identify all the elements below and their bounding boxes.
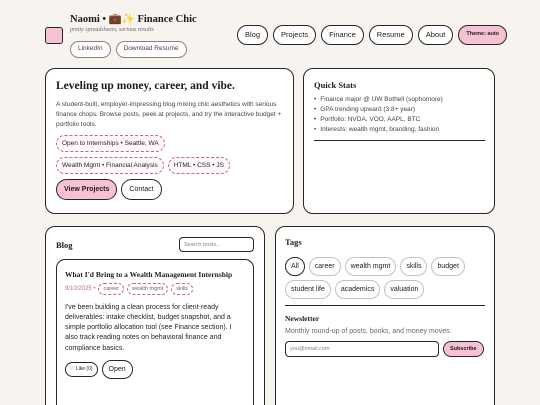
- hero-description: A student-built, employer-impressing blo…: [56, 101, 282, 128]
- quick-stats-card: Quick Stats Finance major @ UW Bothell (…: [303, 68, 495, 214]
- tags-card: Tags All career wealth mgmt skills budge…: [275, 226, 495, 405]
- stats-title: Quick Stats: [314, 80, 357, 90]
- nav-finance[interactable]: Finance: [321, 25, 364, 45]
- stats-item: Interests: wealth mgmt, branding, fashio…: [314, 125, 484, 135]
- tag-budget[interactable]: budget: [431, 257, 465, 276]
- hero-title: Leveling up money, career, and vibe.: [56, 80, 235, 92]
- tag-academics[interactable]: academics: [334, 280, 381, 299]
- chip-skills: HTML • CSS • JS: [167, 157, 230, 175]
- logo: [45, 27, 63, 44]
- post-excerpt: I've been building a clean process for c…: [65, 304, 232, 352]
- tag-list: All career wealth mgmt skills budget stu…: [285, 257, 485, 299]
- chip-wealth-mgmt: Wealth Mgmt • Financial Analysis: [56, 157, 164, 175]
- like-button[interactable]: ♡ Like (0): [65, 361, 98, 377]
- nav-resume[interactable]: Resume: [368, 25, 413, 45]
- divider: [285, 305, 485, 306]
- hero-card: Leveling up money, career, and vibe. A s…: [45, 68, 294, 214]
- open-post-button[interactable]: Open: [101, 359, 133, 379]
- tag-skills[interactable]: skills: [400, 257, 428, 276]
- post-tag: skills: [171, 283, 194, 295]
- tag-all[interactable]: All: [285, 257, 305, 276]
- stats-list: Finance major @ UW Bothell (sophomore) G…: [314, 95, 484, 135]
- blog-title: Blog: [56, 239, 73, 250]
- email-field[interactable]: you@email.com: [285, 341, 439, 357]
- main-nav: Blog Projects Finance Resume About Theme…: [237, 25, 508, 45]
- post-date: 8/10/2025 •: [65, 286, 96, 292]
- site-header: Naomi • 💼✨ Finance Chic pretty spreadshe…: [0, 0, 540, 64]
- tag-wealth-mgmt[interactable]: wealth mgmt: [344, 257, 397, 276]
- download-resume-link[interactable]: Download Resume: [115, 41, 187, 58]
- blog-card: Blog Search posts... What I'd Bring to a…: [45, 226, 265, 405]
- stats-item: Finance major @ UW Bothell (sophomore): [314, 95, 484, 105]
- tag-valuation[interactable]: valuation: [384, 280, 425, 299]
- post-tag: wealth mgmt: [127, 283, 169, 295]
- subscribe-button[interactable]: Subscribe: [443, 341, 484, 357]
- chip-internships: Open to Internships • Seattle, WA: [56, 135, 165, 153]
- tags-title: Tags: [285, 237, 302, 247]
- post-tag: career: [98, 283, 125, 295]
- post-title[interactable]: What I'd Bring to a Wealth Management In…: [65, 270, 245, 279]
- nav-projects[interactable]: Projects: [273, 25, 317, 45]
- theme-toggle-button[interactable]: Theme: auto: [458, 25, 508, 45]
- brand-title: Naomi • 💼✨ Finance Chic: [70, 14, 197, 25]
- stats-item: Portfolio: NVDA, VOO, AAPL, BTC: [314, 115, 484, 125]
- tag-career[interactable]: career: [308, 257, 341, 276]
- newsletter-description: Monthly round-up of posts, books, and mo…: [285, 328, 452, 335]
- blog-post: What I'd Bring to a Wealth Management In…: [56, 259, 254, 405]
- linkedin-link[interactable]: LinkedIn: [70, 41, 111, 58]
- contact-button[interactable]: Contact: [121, 179, 162, 201]
- tag-student-life[interactable]: student life: [285, 280, 331, 299]
- newsletter-title: Newsletter: [285, 314, 320, 323]
- stats-item: GPA trending upward (3.8+ year): [314, 105, 484, 115]
- divider: [314, 140, 485, 142]
- search-input[interactable]: Search posts...: [179, 237, 254, 252]
- nav-blog[interactable]: Blog: [237, 25, 269, 45]
- newsletter-section: Newsletter Monthly round-up of posts, bo…: [285, 314, 485, 357]
- header-links: LinkedIn Download Resume: [70, 41, 187, 58]
- tagline: pretty spreadsheets, serious results: [70, 27, 154, 33]
- view-projects-button[interactable]: View Projects: [56, 179, 118, 201]
- nav-about[interactable]: About: [417, 25, 454, 45]
